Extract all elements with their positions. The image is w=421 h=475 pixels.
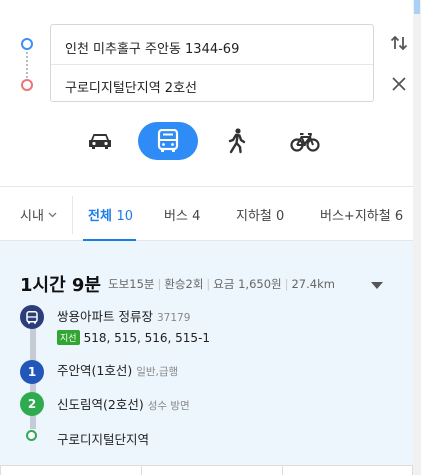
walk-time: 도보15분: [108, 277, 155, 291]
tab-label: 버스+지하철: [320, 209, 391, 224]
region-dropdown[interactable]: 시내: [20, 205, 57, 224]
bus-type-badge: 지선: [57, 330, 80, 345]
swap-button[interactable]: [388, 32, 410, 54]
result-card-edge[interactable]: [0, 465, 142, 475]
region-label: 시내: [20, 209, 44, 224]
bus-stop[interactable]: 쌍용아파트 정류장 37179: [57, 306, 190, 325]
scrollbar[interactable]: [413, 0, 421, 475]
bus-step-icon: [20, 305, 44, 329]
route-summary: 1시간 9분 도보15분 | 환승2회 | 요금 1,650원 | 27.4km: [20, 275, 335, 296]
input-divider: [51, 64, 373, 65]
tab-label: 지하철: [236, 209, 272, 224]
subway-line-1-badge: 1: [20, 360, 44, 384]
bus-routes: 지선 518, 515, 516, 515-1: [57, 330, 210, 345]
scrollbar-thumb[interactable]: [414, 0, 420, 14]
origin-marker-icon: [21, 38, 33, 50]
bus-numbers: 518, 515, 516, 515-1: [83, 331, 211, 345]
tab-subway[interactable]: 지하철 0: [236, 205, 284, 224]
subway-step-2[interactable]: 신도림역(2호선) 성수 방면: [57, 394, 190, 413]
destination-station[interactable]: 구로디지털단지역: [57, 429, 149, 448]
tab-count: 10: [116, 209, 133, 224]
bus-stop-id: 37179: [156, 312, 191, 324]
tab-count: 4: [192, 209, 201, 224]
next-result-cards: [0, 465, 413, 475]
bus-icon: [157, 129, 179, 152]
direction: 성수 방면: [147, 400, 190, 412]
close-icon: [392, 77, 406, 91]
destination-marker-icon: [21, 79, 33, 91]
transfer-count: 환승2회: [164, 277, 204, 291]
bus-stop-name: 쌍용아파트 정류장: [57, 309, 153, 324]
bus-icon: [26, 310, 38, 324]
route-duration: 1시간 9분: [20, 275, 101, 296]
mode-bike-button[interactable]: [275, 122, 335, 160]
tab-bus[interactable]: 버스 4: [164, 205, 200, 224]
tab-count: 6: [394, 209, 404, 224]
train-type: 일반,급행: [136, 366, 179, 378]
transport-mode-selector: [0, 122, 413, 162]
bike-icon: [290, 133, 320, 152]
destination-input[interactable]: 구로디지털단지역 2호선: [65, 77, 197, 96]
car-icon: [89, 134, 111, 149]
result-card-edge[interactable]: [141, 465, 283, 475]
clear-button[interactable]: [388, 73, 410, 95]
result-card-edge[interactable]: [282, 465, 413, 475]
tab-label: 전체: [88, 209, 112, 224]
fare: 요금 1,650원: [213, 277, 282, 291]
expand-caret-icon[interactable]: [370, 281, 384, 290]
destination-dot-icon: [26, 430, 37, 441]
mode-car-button[interactable]: [70, 122, 130, 160]
station-name: 주안역(1호선): [57, 363, 133, 378]
chevron-down-icon: [48, 212, 57, 218]
station-name: 신도림역(2호선): [57, 397, 144, 412]
route-input-box: 인천 미추홀구 주안동 1344-69 구로디지털단지역 2호선: [50, 24, 374, 102]
tab-divider: [72, 196, 73, 234]
route-connector: [26, 52, 28, 78]
subway-line-2-badge: 2: [20, 392, 44, 416]
subway-step-1[interactable]: 주안역(1호선) 일반,급행: [57, 360, 178, 379]
tab-count: 0: [276, 209, 285, 224]
tab-bus-subway[interactable]: 버스+지하철 6: [320, 205, 403, 224]
route-result-card[interactable]: 1시간 9분 도보15분 | 환승2회 | 요금 1,650원 | 27.4km 쌍용아파트…: [0, 241, 413, 465]
mode-transit-button[interactable]: [138, 122, 198, 160]
origin-input[interactable]: 인천 미추홀구 주안동 1344-69: [65, 38, 239, 57]
distance: 27.4km: [291, 277, 335, 291]
tab-label: 버스: [164, 209, 188, 224]
result-filter-tabs: 시내 전체 10 버스 4 지하철 0 버스+지하철 6: [0, 186, 413, 242]
swap-arrows-icon: [390, 35, 408, 51]
walk-icon: [228, 128, 246, 154]
tab-all[interactable]: 전체 10: [88, 205, 133, 224]
mode-walk-button[interactable]: [207, 122, 267, 160]
